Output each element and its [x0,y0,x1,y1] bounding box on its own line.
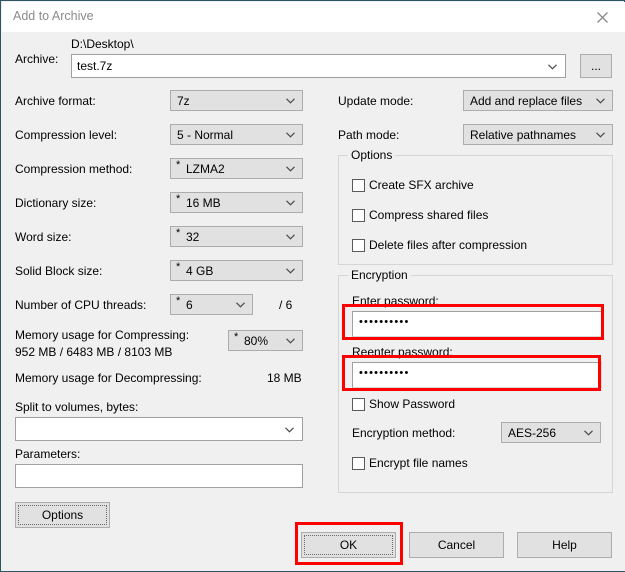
browse-button[interactable]: ... [580,54,612,78]
checkbox-box-icon[interactable] [352,209,365,222]
compression-method-value: LZMA2 [186,162,225,176]
checkbox-box-icon[interactable] [352,179,365,192]
encryption-method-value: AES-256 [508,426,557,440]
archive-name-input[interactable]: test.7z [71,54,566,78]
window-title: Add to Archive [13,9,94,23]
enter-password-input[interactable]: •••••••••• [352,311,602,337]
split-volumes-label: Split to volumes, bytes: [15,400,139,414]
checkbox-label: Show Password [369,397,456,411]
default-marker-icon: * [234,331,239,343]
checkbox-box-icon[interactable] [352,457,365,470]
archive-format-label: Archive format: [15,94,96,108]
archive-format-select[interactable]: 7z [170,90,303,111]
compression-level-select[interactable]: 5 - Normal [170,124,303,145]
update-mode-select[interactable]: Add and replace files [463,90,613,111]
dialog-body: Archive: D:\Desktop\ test.7z ... Archive… [2,32,625,571]
cpu-threads-label: Number of CPU threads: [15,298,147,312]
close-icon[interactable] [579,2,625,32]
checkbox-label: Delete files after compression [369,238,528,252]
options-button[interactable]: Options [15,502,110,528]
reenter-password-input[interactable]: •••••••••• [352,362,602,388]
encryption-group: Encryption Enter password: •••••••••• Re… [338,268,613,493]
chevron-down-icon[interactable] [286,234,295,240]
default-marker-icon: * [176,227,181,239]
cancel-button[interactable]: Cancel [409,532,504,558]
reenter-password-value: •••••••••• [359,367,410,379]
archive-label: Archive: [15,52,59,66]
memory-percent-select[interactable]: * 80% [228,330,303,351]
add-to-archive-dialog: Add to Archive Archive: D:\Desktop\ test… [0,0,625,572]
path-mode-select[interactable]: Relative pathnames [463,124,613,145]
checkbox-box-icon[interactable] [352,398,365,411]
options-button-label: Options [41,508,84,522]
chevron-down-icon[interactable] [286,98,295,104]
checkbox-label: Encrypt file names [369,456,468,470]
update-mode-label: Update mode: [338,94,414,108]
chevron-down-icon[interactable] [548,64,557,70]
memory-compress-label: Memory usage for Compressing: [15,328,190,342]
archive-format-value: 7z [177,94,190,108]
checkbox-label: Create SFX archive [369,178,474,192]
checkbox-label: Compress shared files [369,208,489,222]
checkbox-box-icon[interactable] [352,239,365,252]
default-marker-icon: * [176,261,181,273]
chevron-down-icon[interactable] [285,427,294,433]
help-button[interactable]: Help [517,532,612,558]
compression-method-label: Compression method: [15,162,133,176]
cancel-button-label: Cancel [437,538,476,552]
parameters-label: Parameters: [15,447,81,461]
default-marker-icon: * [176,193,181,205]
memory-decompress-label: Memory usage for Decompressing: [15,371,202,385]
cpu-threads-select[interactable]: * 6 [170,294,253,315]
ok-button[interactable]: OK [301,532,396,558]
word-size-value: 32 [186,230,200,244]
chevron-down-icon[interactable] [286,166,295,172]
archive-name-value: test.7z [77,59,113,73]
chevron-down-icon[interactable] [286,200,295,206]
word-size-select[interactable]: * 32 [170,226,303,247]
chevron-down-icon[interactable] [584,430,593,436]
memory-decompress-value: 18 MB [267,371,302,385]
cpu-threads-total: / 6 [279,298,293,312]
ok-button-label: OK [339,538,358,552]
memory-compress-values: 952 MB / 6483 MB / 8103 MB [15,345,173,359]
solid-block-size-value: 4 GB [186,264,214,278]
dictionary-size-label: Dictionary size: [15,196,97,210]
reenter-password-label: Reenter password: [352,345,453,359]
encryption-group-label: Encryption [348,268,411,282]
options-group: Options Create SFX archive Compress shar… [338,148,613,265]
solid-block-size-label: Solid Block size: [15,264,103,278]
archive-path: D:\Desktop\ [71,37,134,51]
cpu-threads-value: 6 [186,298,193,312]
chevron-down-icon[interactable] [286,132,295,138]
browse-button-label: ... [590,59,601,73]
chevron-down-icon[interactable] [286,338,295,344]
chevron-down-icon[interactable] [596,132,605,138]
dictionary-size-value: 16 MB [186,196,221,210]
memory-percent-value: 80% [244,334,269,348]
chevron-down-icon[interactable] [286,268,295,274]
parameters-input[interactable] [15,464,303,488]
update-mode-value: Add and replace files [470,94,583,108]
options-group-label: Options [348,148,396,162]
split-volumes-input[interactable] [15,417,303,441]
path-mode-label: Path mode: [338,128,400,142]
encryption-method-label: Encryption method: [352,426,456,440]
title-bar: Add to Archive [2,2,625,32]
default-marker-icon: * [176,295,181,307]
path-mode-value: Relative pathnames [470,128,577,142]
compression-method-select[interactable]: * LZMA2 [170,158,303,179]
enter-password-label: Enter password: [352,294,439,308]
encryption-method-select[interactable]: AES-256 [501,422,601,443]
compression-level-label: Compression level: [15,128,118,142]
dictionary-size-select[interactable]: * 16 MB [170,192,303,213]
compression-level-value: 5 - Normal [177,128,234,142]
chevron-down-icon[interactable] [596,98,605,104]
default-marker-icon: * [176,159,181,171]
solid-block-size-select[interactable]: * 4 GB [170,260,303,281]
word-size-label: Word size: [15,230,72,244]
chevron-down-icon[interactable] [236,302,245,308]
help-button-label: Help [552,538,577,552]
enter-password-value: •••••••••• [359,316,410,328]
